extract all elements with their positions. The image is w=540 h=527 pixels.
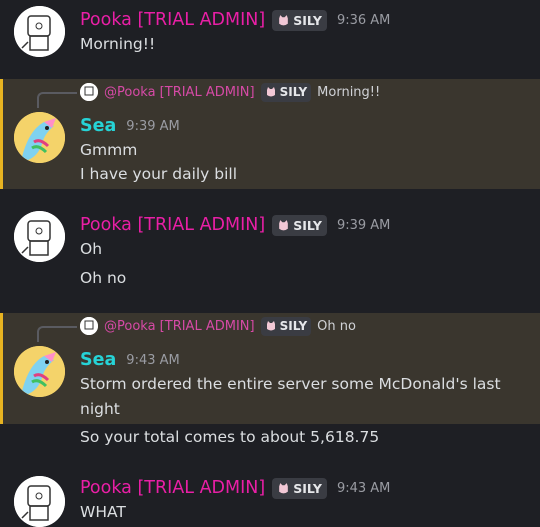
message-text: Gmmm [80,141,138,159]
pooka-avatar-icon [14,211,65,262]
reply-badge: SILY [260,82,312,102]
message-pooka-3: Pooka [TRIAL ADMIN] SILY 9:43 AM WHAT [0,470,540,527]
cat-icon [279,14,289,25]
author-name[interactable]: Sea [80,350,116,370]
message-header: Sea 9:39 AM [80,114,180,138]
timestamp: 9:36 AM [336,12,391,28]
role-badge[interactable]: SILY [272,9,327,31]
cat-icon [279,482,289,493]
reply-text: Morning!! [317,84,381,100]
reply-author[interactable]: @Pooka [TRIAL ADMIN] [104,319,255,334]
message-header: Pooka [TRIAL ADMIN] SILY 9:43 AM [80,476,390,500]
message-header: Pooka [TRIAL ADMIN] SILY 9:36 AM [80,8,390,32]
badge-label: SILY [293,480,322,496]
avatar-pooka[interactable] [14,211,65,262]
timestamp: 9:39 AM [126,118,180,134]
avatar-sea[interactable] [14,346,65,397]
reply-spine [37,326,77,342]
reply-spine [37,92,77,108]
message-sea-2: @Pooka [TRIAL ADMIN] SILY Oh no Sea 9:43… [0,313,540,424]
author-name[interactable]: Sea [80,116,116,136]
avatar-sea[interactable] [14,112,65,163]
reply-badge-label: SILY [279,319,308,333]
message-text: Oh no [80,269,127,287]
sea-avatar-icon [14,112,65,163]
message-header: Sea 9:43 AM [80,348,180,372]
author-name[interactable]: Pooka [TRIAL ADMIN] [80,10,265,30]
pooka-avatar-icon [14,6,65,57]
pooka-avatar-icon [14,476,65,527]
message-pooka-2: Pooka [TRIAL ADMIN] SILY 9:39 AM Oh Oh n… [0,207,540,303]
timestamp: 9:39 AM [336,217,391,233]
pooka-avatar-icon [80,83,98,101]
role-badge[interactable]: SILY [272,477,327,499]
message-pooka-1: Pooka [TRIAL ADMIN] SILY 9:36 AM Morning… [0,0,540,78]
message-text: WHAT [80,503,126,521]
reply-avatar [80,83,98,101]
message-text: So your total comes to about 5,618.75 [80,428,380,446]
author-name[interactable]: Pooka [TRIAL ADMIN] [80,215,265,235]
timestamp: 9:43 AM [126,352,180,368]
cat-icon [279,219,289,230]
timestamp: 9:43 AM [336,480,391,496]
message-text: Oh [80,240,103,258]
reply-badge: SILY [260,316,312,336]
message-header: Pooka [TRIAL ADMIN] SILY 9:39 AM [80,213,390,237]
avatar-pooka[interactable] [14,6,65,57]
reply-avatar [80,317,98,335]
badge-label: SILY [293,217,322,233]
avatar-pooka[interactable] [14,476,65,527]
reply-preview[interactable]: @Pooka [TRIAL ADMIN] SILY Morning!! [80,81,380,103]
reply-preview[interactable]: @Pooka [TRIAL ADMIN] SILY Oh no [80,315,356,337]
message-text: Storm ordered the entire server some McD… [80,375,501,393]
pooka-avatar-icon [80,317,98,335]
role-badge[interactable]: SILY [272,214,327,236]
message-text: night [80,400,120,418]
reply-badge-label: SILY [279,85,308,99]
message-text: Morning!! [80,35,156,53]
cat-icon [266,87,275,97]
message-text: I have your daily bill [80,165,238,183]
badge-label: SILY [293,12,322,28]
author-name[interactable]: Pooka [TRIAL ADMIN] [80,478,265,498]
reply-author[interactable]: @Pooka [TRIAL ADMIN] [104,85,255,100]
sea-avatar-icon [14,346,65,397]
message-sea-1: @Pooka [TRIAL ADMIN] SILY Morning!! Sea … [0,79,540,189]
cat-icon [266,321,275,331]
reply-text: Oh no [317,318,356,334]
